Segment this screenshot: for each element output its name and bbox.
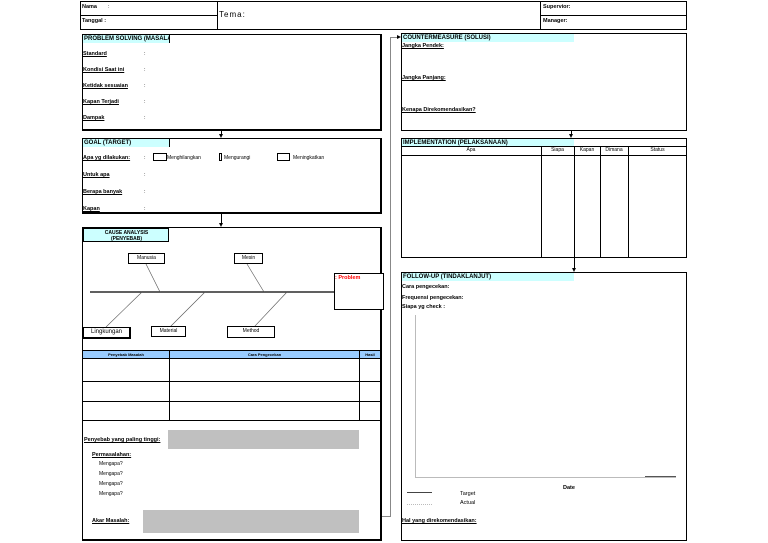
th-apa: Apa <box>401 146 542 155</box>
connector <box>390 37 391 517</box>
implementation-section <box>401 138 687 258</box>
col-line <box>169 358 170 420</box>
legend-actual-label: Actual <box>460 500 476 506</box>
chart-x-label: Date <box>563 485 575 491</box>
chart-x-axis <box>415 477 676 478</box>
colon: : <box>144 83 146 89</box>
field-ketidak-sesuaian: Ketidak sesuaian <box>83 83 128 89</box>
col-line <box>628 155 629 258</box>
bone-method <box>253 291 288 328</box>
siapa-label: Siapa yg check : <box>402 304 446 310</box>
root-cause-field[interactable] <box>143 510 359 533</box>
row-line <box>82 420 381 421</box>
checkbox-mengurangi[interactable] <box>219 153 222 161</box>
frekuensi-label: Frequensi pengecekan: <box>402 295 464 301</box>
divider <box>80 15 217 16</box>
th-penyebab: Penyebab Masalah <box>82 350 170 359</box>
colon: : <box>144 155 146 161</box>
th-dimana: Dimana <box>600 146 629 155</box>
bone-label-mesin: Mesin <box>234 253 263 264</box>
row-line <box>82 401 381 402</box>
chart-y-axis <box>415 315 416 478</box>
followup-section <box>401 272 687 541</box>
tanggal-label: Tanggal : <box>82 18 107 24</box>
divider <box>540 15 687 16</box>
colon: : <box>144 172 146 178</box>
tema-label: Tema: <box>219 10 246 19</box>
option-mengurangi: Mengurangi <box>224 155 251 161</box>
row-line <box>82 381 381 382</box>
th-siapa: Siapa <box>541 146 575 155</box>
legend-target-swatch <box>407 492 432 493</box>
colon: : <box>144 206 146 212</box>
why-2: Mengapa? <box>99 471 123 477</box>
bone-mesin <box>246 263 265 293</box>
th-cara: Cara Pengecekan <box>169 350 360 359</box>
why-3: Mengapa? <box>99 481 123 487</box>
bone-label-method: Method <box>227 326 275 338</box>
why-1: Mengapa? <box>99 461 123 467</box>
field-standard: Standard <box>83 51 107 57</box>
field-kondisi: Kondisi Saat ini <box>83 67 125 73</box>
top-cause-field[interactable] <box>168 430 359 449</box>
problem-title: PROBLEM SOLVING (MASALA <box>83 35 170 43</box>
manager-label: Manager: <box>543 18 568 24</box>
colon: : <box>144 67 146 73</box>
cara-label: Cara pengecekan: <box>402 284 450 290</box>
checkbox-menghilangkan[interactable] <box>153 153 167 161</box>
legend-actual-swatch <box>407 504 432 505</box>
col-line <box>600 155 601 258</box>
permasalahan-label: Permasalahan: <box>92 452 132 458</box>
nama-colon: : <box>108 4 110 10</box>
bone-material <box>169 291 206 328</box>
field-kapan: Kapan <box>83 206 100 212</box>
goal-title: GOAL (TARGET) <box>83 139 170 147</box>
why-4: Mengapa? <box>99 491 123 497</box>
top-cause-label: Penyebab yang paling tinggi: <box>84 437 161 443</box>
field-untuk-apa: Untuk apa <box>83 172 110 178</box>
field-dampak: Dampak <box>83 115 105 121</box>
colon: : <box>144 115 146 121</box>
field-kapan-terjadi: Kapan Terjadi <box>83 99 119 105</box>
nama-label: Nama <box>82 4 97 10</box>
divider <box>217 1 218 30</box>
th-kapan: Kapan <box>574 146 601 155</box>
col-line <box>359 358 360 420</box>
field-berapa: Berapa banyak <box>83 189 123 195</box>
problem-head: : Problem <box>334 273 384 310</box>
option-meningkatkan: Meningkatkan <box>293 155 325 161</box>
jangka-panjang-label: Jangka Panjang: <box>402 75 446 81</box>
field-apa: Apa yg dilakukan: <box>83 155 131 161</box>
rekomendasi-label: Hal yang direkomendasikan: <box>402 518 477 524</box>
th-hasil: Hasil <box>359 350 381 359</box>
bone-label-material: Material <box>151 326 186 337</box>
th-status: Status <box>650 147 665 153</box>
legend-target-label: Target <box>460 491 476 497</box>
countermeasure-title: COUNTERMEASURE (SOLUSI) <box>402 34 574 42</box>
row-line <box>401 155 687 156</box>
bone-label-lingkungan: Lingkungan <box>83 327 131 339</box>
supervisor-label: Supervior: <box>543 4 571 10</box>
bone-manusia <box>145 263 161 293</box>
colon: : <box>144 99 146 105</box>
chart-target-line <box>645 476 676 477</box>
kenapa-label: Kenapa Direkomendasikan? <box>402 107 476 113</box>
bone-lingkungan <box>105 291 143 328</box>
col-line <box>574 155 575 258</box>
connector <box>574 258 575 268</box>
bone-label-manusia: Manusia <box>128 253 165 264</box>
colon: : <box>144 51 146 57</box>
checkbox-meningkatkan[interactable] <box>277 153 290 161</box>
option-menghilangkan: Menghilangkan <box>167 155 201 161</box>
goal-section <box>82 138 382 214</box>
col-line <box>541 155 542 258</box>
jangka-pendek-label: Jangka Pendek: <box>402 43 444 49</box>
colon: : <box>144 189 146 195</box>
followup-title: FOLLOW-UP (TINDAKLANJUT) <box>402 273 574 281</box>
root-cause-label: Akar Masalah: <box>92 518 130 524</box>
